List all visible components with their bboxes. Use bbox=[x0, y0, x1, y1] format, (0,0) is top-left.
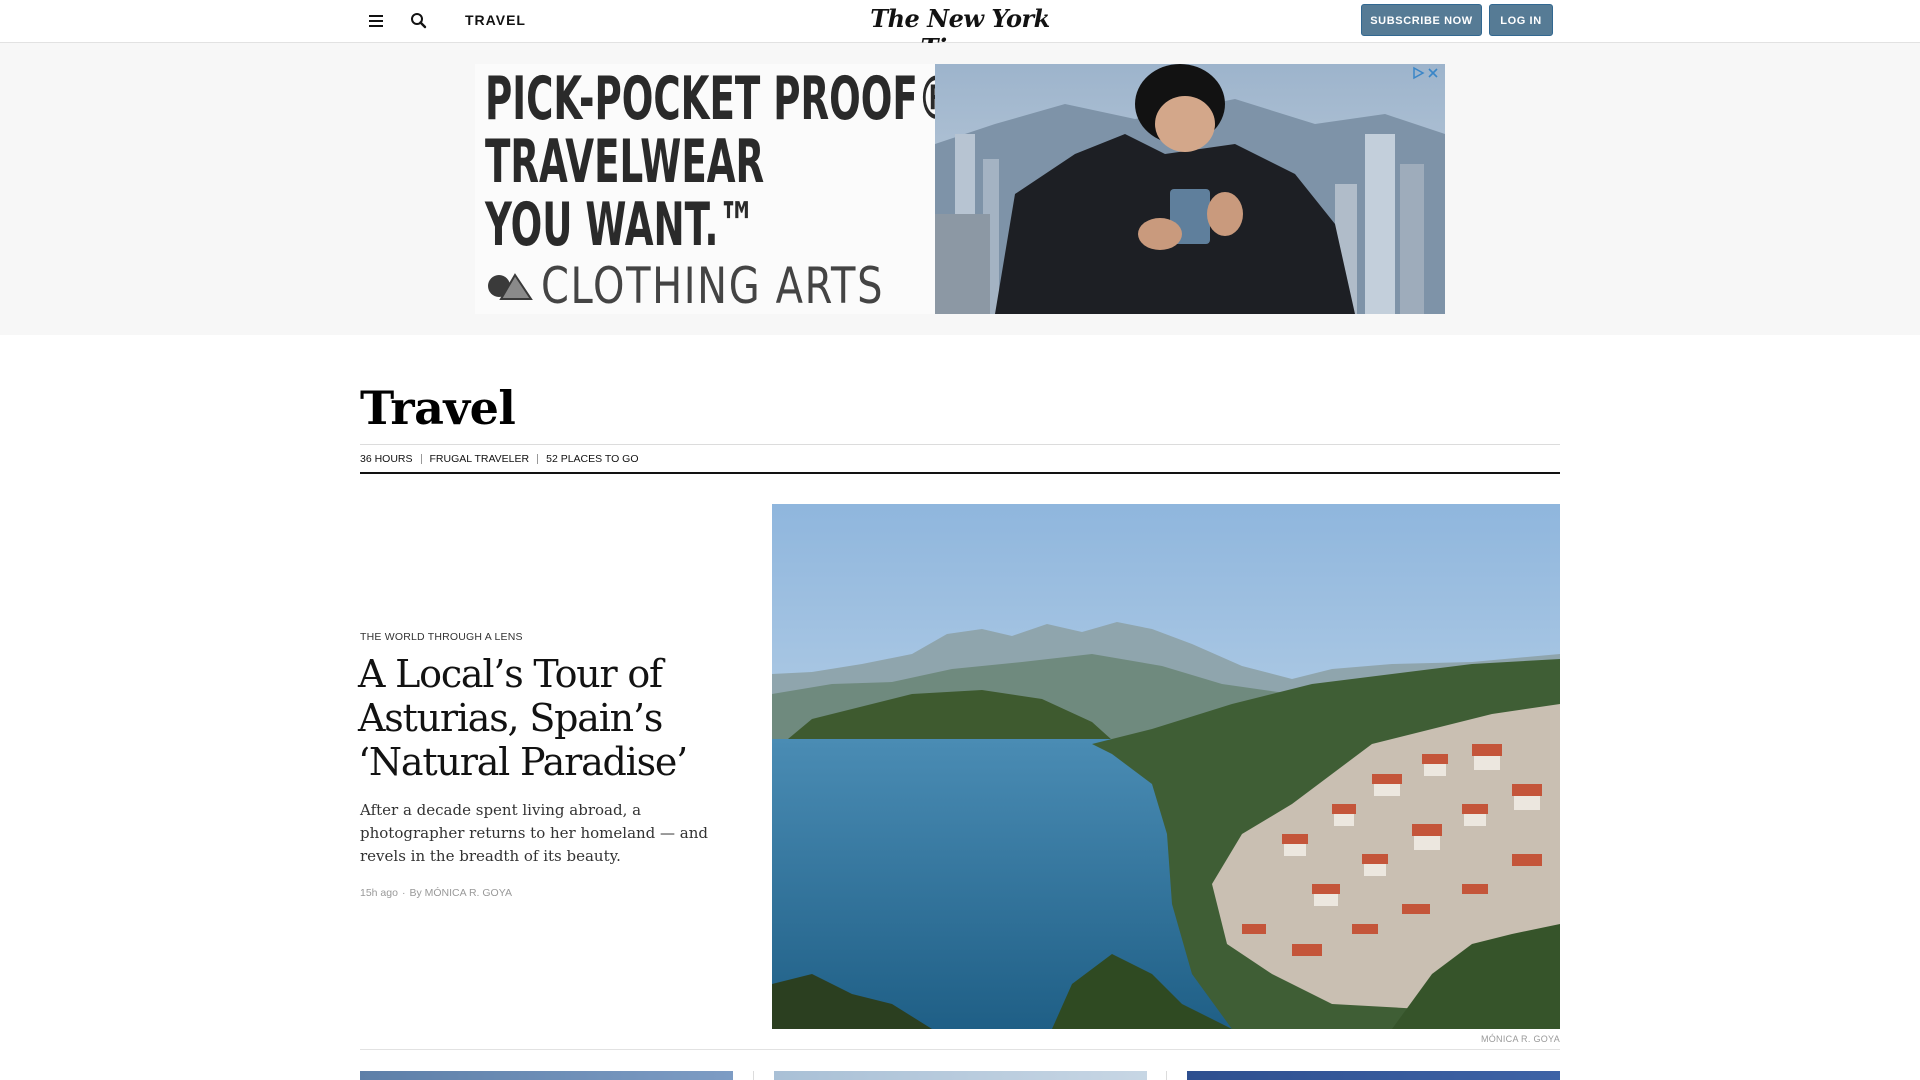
divider bbox=[1166, 1071, 1167, 1080]
teaser-image[interactable] bbox=[1187, 1071, 1560, 1080]
story-timestamp: 15h ago bbox=[360, 887, 398, 899]
subscribe-button[interactable]: SUBSCRIBE NOW bbox=[1361, 4, 1482, 36]
brand-logo-icon bbox=[488, 273, 533, 300]
ad-copy: PICK-POCKET PROOF® TRAVELWEAR YOU WANT.™… bbox=[475, 64, 955, 314]
photo-credit: MÓNICA R. GOYA bbox=[1480, 1034, 1560, 1044]
ad-brand: CLOTHING ARTS bbox=[541, 257, 885, 314]
story-kicker[interactable]: THE WORLD THROUGH A LENS bbox=[360, 631, 523, 643]
story-headline[interactable]: A Local’s Tour of Asturias, Spain’s ‘Nat… bbox=[358, 652, 758, 784]
teaser-image[interactable] bbox=[774, 1071, 1147, 1080]
teaser-image[interactable] bbox=[360, 1071, 733, 1080]
menu-icon[interactable] bbox=[366, 12, 388, 30]
advertisement[interactable]: PICK-POCKET PROOF® TRAVELWEAR YOU WANT.™… bbox=[475, 64, 1445, 314]
login-button[interactable]: LOG IN bbox=[1489, 4, 1553, 36]
subnav-item-52-places[interactable]: 52 PLACES TO GO bbox=[546, 453, 638, 465]
lead-photo[interactable] bbox=[772, 504, 1560, 1029]
divider bbox=[537, 454, 539, 464]
story-byline-row: 15h ago · By MÓNICA R. GOYA bbox=[360, 887, 512, 899]
ad-headline-line: YOU WANT.™ bbox=[485, 190, 756, 260]
section-label[interactable]: TRAVEL bbox=[465, 12, 526, 28]
subnav-item-36-hours[interactable]: 36 HOURS bbox=[360, 453, 413, 465]
ad-choices-icon[interactable] bbox=[1411, 66, 1441, 80]
section-subnav: 36 HOURS FRUGAL TRAVELER 52 PLACES TO GO bbox=[360, 452, 639, 466]
divider bbox=[360, 1049, 1560, 1050]
section-title: Travel bbox=[360, 381, 516, 435]
ad-headline: PICK-POCKET PROOF® TRAVELWEAR YOU WANT.™ bbox=[485, 64, 955, 260]
ad-headline-line: PICK-POCKET PROOF® bbox=[485, 64, 955, 134]
story-summary: After a decade spent living abroad, a ph… bbox=[360, 801, 709, 865]
top-bar: TRAVEL The New York Times SUBSCRIBE NOW … bbox=[0, 0, 1920, 62]
subnav-item-frugal-traveler[interactable]: FRUGAL TRAVELER bbox=[430, 453, 530, 465]
ad-band: PICK-POCKET PROOF® TRAVELWEAR YOU WANT.™… bbox=[0, 43, 1920, 335]
divider bbox=[420, 454, 422, 464]
divider bbox=[360, 472, 1560, 474]
story-byline: By MÓNICA R. GOYA bbox=[409, 887, 512, 899]
divider bbox=[753, 1071, 754, 1080]
ad-headline-line: TRAVELWEAR bbox=[485, 127, 765, 197]
search-icon[interactable] bbox=[408, 10, 430, 32]
ad-brand-row: CLOTHING ARTS bbox=[487, 261, 927, 311]
divider bbox=[360, 444, 1560, 445]
ad-photo bbox=[935, 64, 1445, 314]
